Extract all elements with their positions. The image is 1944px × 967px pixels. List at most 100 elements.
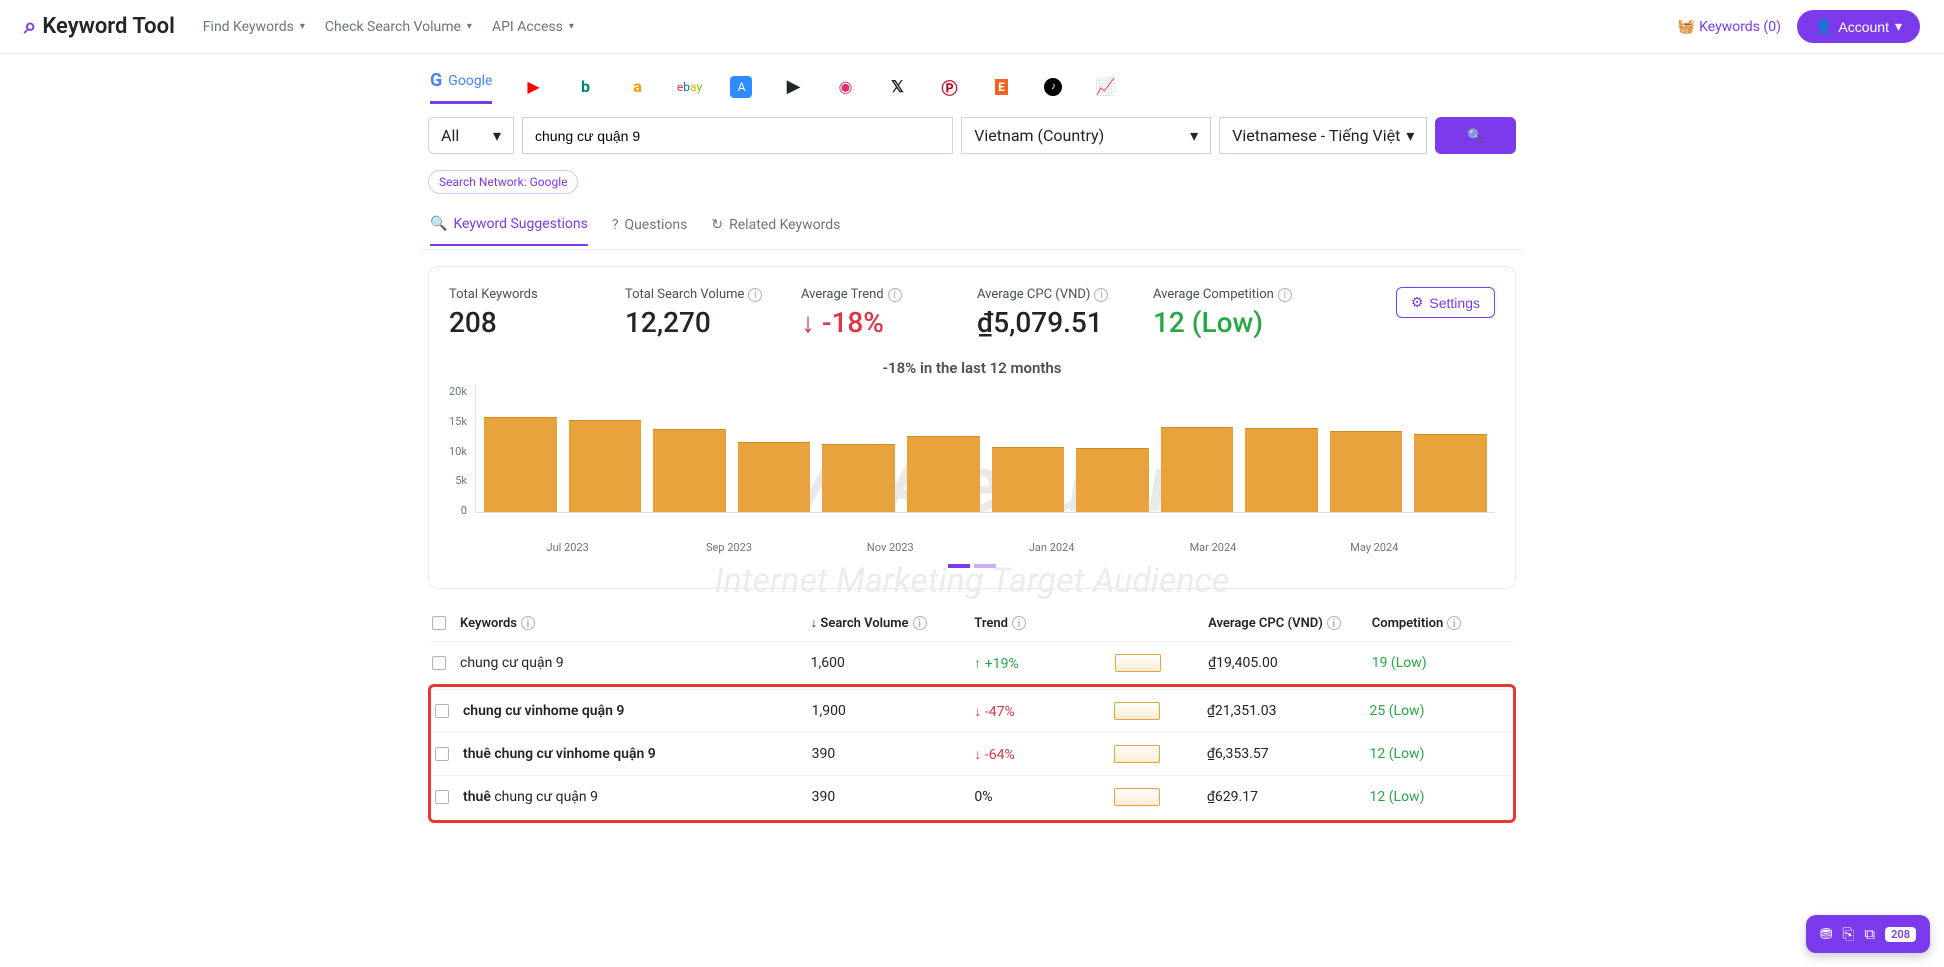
column-search-volume[interactable]: ↓ Search Volume i: [811, 615, 975, 631]
column-trend[interactable]: Trend i: [974, 616, 1114, 631]
platform-etsy[interactable]: E: [990, 76, 1012, 98]
chart-bar[interactable]: [738, 442, 811, 512]
column-competition[interactable]: Competition i: [1372, 616, 1512, 631]
stat-average-trend: Average Trend i ↓ -18%: [801, 287, 941, 339]
platform-tiktok[interactable]: ♪: [1042, 76, 1064, 98]
nav-check-volume[interactable]: Check Search Volume: [325, 19, 472, 35]
chart-bar[interactable]: [569, 420, 642, 512]
network-value: Google: [530, 175, 568, 189]
platform-ebay[interactable]: ebay: [678, 76, 700, 98]
chart-bar[interactable]: [1076, 448, 1149, 512]
nav-right: 🧺 Keywords (0) 👤 Account ▾: [1678, 10, 1920, 43]
ebay-icon: ebay: [677, 80, 702, 94]
column-cpc[interactable]: Average CPC (VND) i: [1208, 616, 1372, 631]
keyword-input[interactable]: [522, 117, 953, 154]
keyword-cell[interactable]: chung cư quận 9: [460, 655, 811, 671]
platform-instagram[interactable]: ◉: [834, 76, 856, 98]
sparkline-cell: [1114, 702, 1207, 720]
youtube-icon: ▶: [527, 77, 539, 96]
select-all-checkbox[interactable]: [432, 616, 446, 630]
settings-button[interactable]: ⚙ Settings: [1396, 287, 1495, 318]
platform-amazon[interactable]: a: [626, 76, 648, 98]
gear-icon: ⚙: [1411, 294, 1424, 311]
copy-icon[interactable]: ⧉: [1864, 925, 1875, 943]
platform-twitter[interactable]: 𝕏: [886, 76, 908, 98]
keywords-cart[interactable]: 🧺 Keywords (0): [1678, 19, 1781, 35]
info-icon[interactable]: i: [1012, 616, 1026, 630]
chart-bar[interactable]: [1161, 427, 1234, 512]
keyword-cell[interactable]: thuê chung cư quận 9: [463, 789, 812, 805]
tiktok-icon: ♪: [1044, 78, 1062, 96]
info-icon[interactable]: i: [1094, 288, 1108, 302]
filter-icon[interactable]: ⛃: [1820, 925, 1833, 943]
stat-average-cpc: Average CPC (VND) i ₫5,079.51: [977, 287, 1117, 339]
stat-label: Average Competition i: [1153, 287, 1293, 302]
info-icon[interactable]: i: [1278, 288, 1292, 302]
cpc-cell: ₫21,351.03: [1207, 703, 1370, 719]
info-icon[interactable]: i: [1327, 616, 1341, 630]
tab-related[interactable]: ↻ Related Keywords: [711, 204, 840, 245]
table-header: Keywords i ↓ Search Volume i Trend i Ave…: [428, 605, 1516, 641]
platforms-tabs: G Google ▶ b a ebay A ▶ ◉ 𝕏 Ⓟ E ♪ 📈: [422, 54, 1522, 103]
search-bar: All ▾ Vietnam (Country) ▾ Vietnamese - T…: [422, 103, 1522, 168]
google-icon: G: [430, 70, 442, 91]
chart-pager[interactable]: [449, 564, 1495, 568]
sparkline-cell: [1114, 745, 1207, 763]
table-row: chung cư quận 91,600↑ +19%₫19,405.0019 (…: [428, 641, 1516, 684]
amazon-icon: a: [633, 77, 642, 96]
keyword-cell[interactable]: thuê chung cư vinhome quận 9: [463, 746, 812, 762]
table-row: thuê chung cư quận 9390 0%₫629.1712 (Low…: [431, 775, 1513, 818]
chart-bar[interactable]: [1245, 428, 1318, 512]
chart-bar[interactable]: [907, 436, 980, 512]
platform-google[interactable]: G Google: [430, 70, 492, 104]
nav-api-access[interactable]: API Access: [492, 19, 574, 35]
tab-suggestions-label: Keyword Suggestions: [453, 216, 587, 232]
platform-youtube[interactable]: ▶: [522, 76, 544, 98]
chart-bar[interactable]: [484, 417, 557, 512]
info-icon[interactable]: i: [748, 288, 762, 302]
cart-label: Keywords (0): [1699, 19, 1781, 35]
row-checkbox[interactable]: [435, 704, 449, 718]
floating-actions[interactable]: ⛃ ⎘ ⧉ 208: [1806, 915, 1930, 953]
search-network-badge[interactable]: Search Network: Google: [428, 170, 578, 194]
platform-pinterest[interactable]: Ⓟ: [938, 76, 960, 98]
language-dropdown[interactable]: Vietnamese - Tiếng Việt ▾: [1219, 117, 1427, 154]
stat-label: Average CPC (VND) i: [977, 287, 1117, 302]
info-icon[interactable]: i: [888, 288, 902, 302]
row-checkbox[interactable]: [435, 747, 449, 761]
platform-trends[interactable]: 📈: [1094, 76, 1116, 98]
filter-all-label: All: [441, 126, 459, 145]
tab-questions[interactable]: ? Questions: [612, 204, 688, 245]
info-icon[interactable]: i: [521, 616, 535, 630]
sparkline-cell: [1115, 654, 1209, 672]
search-icon: 🔍: [1467, 128, 1484, 144]
column-keywords[interactable]: Keywords i: [460, 616, 811, 631]
location-dropdown[interactable]: Vietnam (Country) ▾: [961, 117, 1211, 154]
tab-keyword-suggestions[interactable]: 🔍 Keyword Suggestions: [430, 204, 588, 246]
account-button[interactable]: 👤 Account ▾: [1797, 10, 1920, 43]
logo[interactable]: ⌕ Keyword Tool: [24, 14, 175, 39]
chart-bar[interactable]: [1330, 431, 1403, 512]
platform-appstore[interactable]: A: [730, 76, 752, 98]
chart-bar[interactable]: [992, 447, 1065, 512]
row-checkbox[interactable]: [432, 656, 446, 670]
search-button[interactable]: 🔍: [1435, 117, 1516, 154]
pinterest-icon: Ⓟ: [941, 75, 957, 99]
chart-bar[interactable]: [653, 429, 726, 512]
chart-bar[interactable]: [822, 444, 895, 512]
filter-all-dropdown[interactable]: All ▾: [428, 117, 514, 154]
settings-label: Settings: [1429, 295, 1480, 311]
bing-icon: b: [581, 77, 590, 96]
info-icon[interactable]: i: [1447, 616, 1461, 630]
keyword-cell[interactable]: chung cư vinhome quận 9: [463, 703, 812, 719]
platform-bing[interactable]: b: [574, 76, 596, 98]
volume-cell: 390: [812, 789, 975, 805]
export-icon[interactable]: ⎘: [1842, 925, 1854, 943]
row-checkbox[interactable]: [435, 790, 449, 804]
sparkline-icon: [1114, 788, 1160, 806]
platform-playstore[interactable]: ▶: [782, 76, 804, 98]
chart-bar[interactable]: [1414, 434, 1487, 512]
nav-find-keywords[interactable]: Find Keywords: [203, 19, 305, 35]
trend-cell: ↓ -47%: [974, 703, 1113, 720]
info-icon[interactable]: i: [913, 616, 927, 630]
